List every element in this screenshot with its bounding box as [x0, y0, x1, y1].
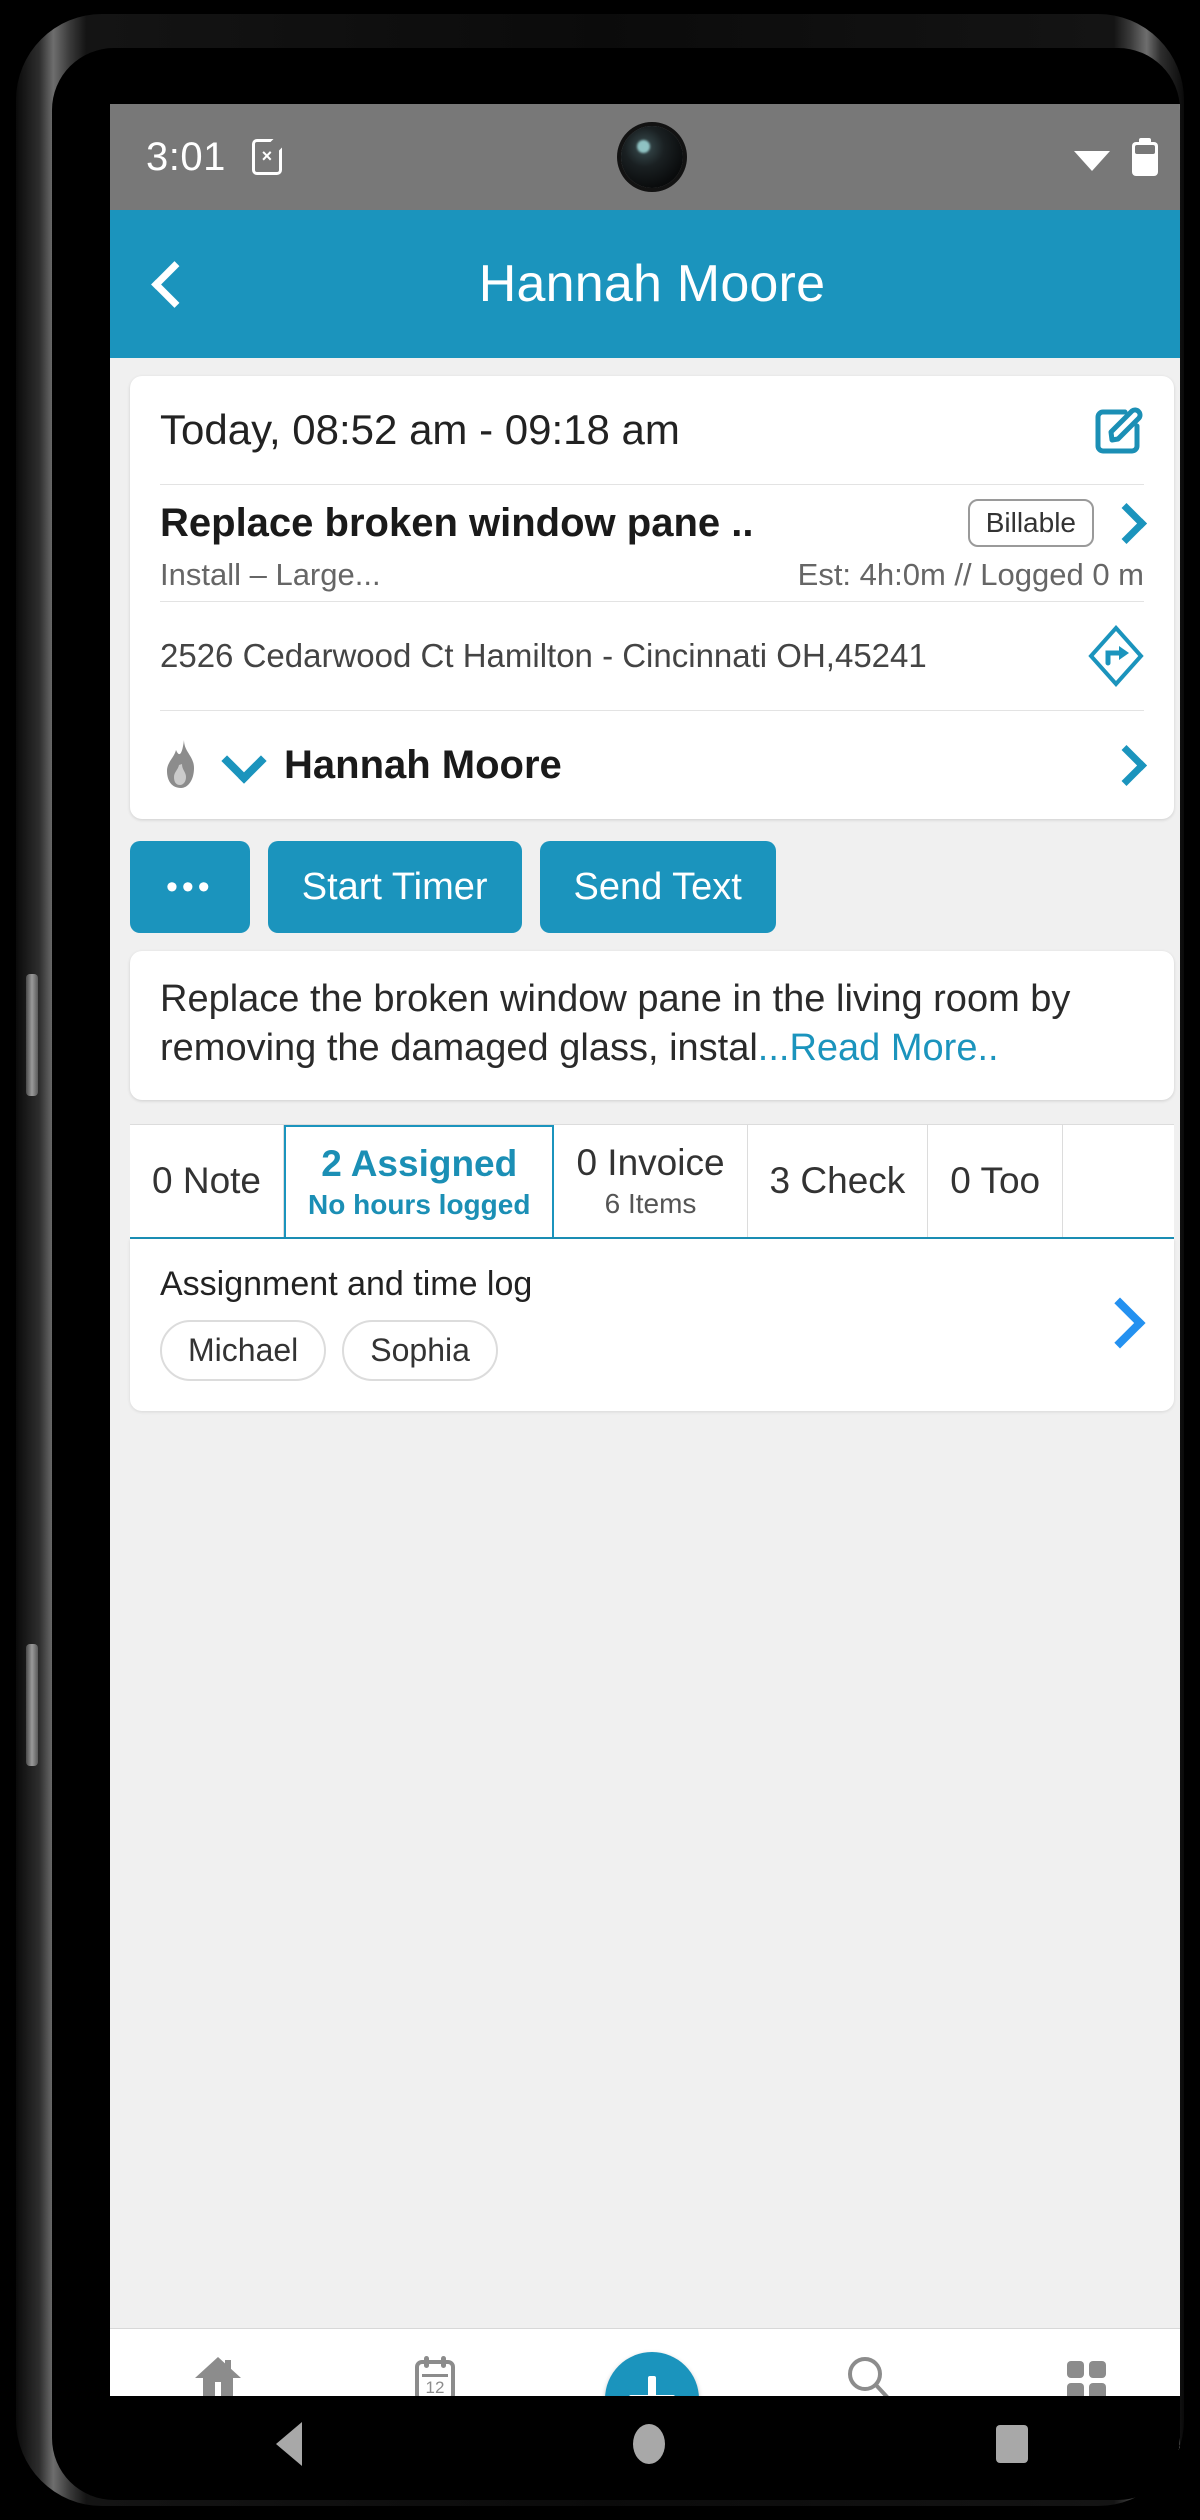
app-bar: Hannah Moore	[110, 210, 1180, 358]
assignee-chip[interactable]: Sophia	[342, 1319, 498, 1381]
tab-note[interactable]: 0 Note	[130, 1124, 285, 1237]
sim-card-error-icon: ×	[251, 134, 287, 175]
back-chevron-icon[interactable]	[144, 261, 190, 307]
action-button-row: ••• Start Timer Send Text	[130, 841, 1174, 933]
status-badge: Billable	[967, 499, 1094, 547]
phone-frame: 3:01 × Hannah Moore Today, 08:52 am - 09…	[16, 14, 1184, 2506]
wifi-full-icon	[1074, 151, 1110, 171]
status-clock: 3:01	[146, 134, 226, 179]
tab-check[interactable]: 3 Check	[747, 1124, 929, 1237]
tab-sublabel: 6 Items	[604, 1187, 697, 1219]
customer-row[interactable]: Hannah Moore	[130, 711, 1174, 819]
assignment-panel[interactable]: Assignment and time log Michael Sophia	[130, 1238, 1174, 1411]
navigation-directions-icon[interactable]	[1088, 625, 1144, 687]
detail-tab-bar: 0 Note 2 Assigned No hours logged 0 Invo…	[130, 1123, 1174, 1239]
page-title: Hannah Moore	[478, 255, 826, 313]
assignment-content: Assignment and time log Michael Sophia	[160, 1265, 1100, 1381]
tab-label: 0 Invoice	[576, 1141, 725, 1183]
tab-assigned[interactable]: 2 Assigned No hours logged	[284, 1124, 555, 1237]
flame-icon	[167, 740, 194, 788]
tab-label: 0 Too	[950, 1159, 1041, 1201]
android-navigation-bar	[110, 2396, 1180, 2492]
assignee-chip[interactable]: Michael	[160, 1319, 327, 1381]
start-timer-button[interactable]: Start Timer	[267, 841, 522, 933]
android-home-icon[interactable]	[632, 2424, 665, 2464]
job-estimate: Est: 4h:0m // Logged 0 m	[797, 557, 1144, 592]
status-indicators	[1072, 138, 1158, 176]
volume-up-button[interactable]	[26, 974, 38, 1096]
customer-name: Hannah Moore	[284, 742, 562, 787]
android-back-icon[interactable]	[275, 2422, 302, 2466]
tab-label: 0 Note	[152, 1159, 262, 1201]
front-camera-punchhole	[621, 126, 683, 188]
more-options-button[interactable]: •••	[130, 841, 250, 933]
edit-pencil-icon[interactable]	[1092, 404, 1144, 456]
chevron-down-icon[interactable]	[224, 745, 264, 785]
job-description-card: Replace the broken window pane in the li…	[130, 951, 1174, 1100]
status-bar: 3:01 ×	[110, 104, 1180, 210]
job-description-text: Replace the broken window pane in the li…	[160, 975, 1144, 1074]
job-detail-row[interactable]: Replace broken window pane .. Billable I…	[130, 485, 1174, 601]
calendar-day-label: 12	[426, 2378, 445, 2397]
read-more-ellipsis[interactable]: ...	[758, 1027, 790, 1069]
send-text-button[interactable]: Send Text	[539, 841, 776, 933]
tab-sublabel: No hours logged	[308, 1188, 531, 1220]
battery-icon	[1132, 138, 1158, 176]
chevron-right-icon[interactable]	[1110, 506, 1144, 540]
job-title: Replace broken window pane ..	[160, 500, 754, 545]
appointment-time-row: Today, 08:52 am - 09:18 am	[130, 376, 1174, 484]
volume-down-button[interactable]	[26, 1644, 38, 1766]
content-area: Today, 08:52 am - 09:18 am Replace broke…	[110, 376, 1180, 2450]
job-address: 2526 Cedarwood Ct Hamilton - Cincinnati …	[160, 637, 927, 674]
appointment-time: Today, 08:52 am - 09:18 am	[160, 406, 680, 453]
tab-tools[interactable]: 0 Too	[928, 1124, 1064, 1237]
phone-screen-bezel: 3:01 × Hannah Moore Today, 08:52 am - 09…	[52, 48, 1180, 2500]
address-row[interactable]: 2526 Cedarwood Ct Hamilton - Cincinnati …	[130, 602, 1174, 710]
tab-label: 2 Assigned	[321, 1142, 518, 1184]
read-more-link[interactable]: Read More	[789, 1027, 977, 1069]
tab-label: 3 Check	[769, 1159, 906, 1201]
assignment-title: Assignment and time log	[160, 1264, 533, 1303]
read-more-trailing: ..	[977, 1027, 999, 1070]
chevron-right-icon[interactable]	[1100, 1301, 1144, 1345]
screenshot-root: 3:01 × Hannah Moore Today, 08:52 am - 09…	[0, 0, 1200, 2520]
chevron-right-icon[interactable]	[1110, 748, 1144, 782]
app-screen: 3:01 × Hannah Moore Today, 08:52 am - 09…	[110, 104, 1180, 2450]
job-subtitle: Install – Large...	[160, 557, 381, 592]
job-summary-card: Today, 08:52 am - 09:18 am Replace broke…	[130, 376, 1174, 819]
tab-invoice[interactable]: 0 Invoice 6 Items	[554, 1124, 748, 1237]
assignee-chip-list: Michael Sophia	[160, 1319, 1100, 1381]
android-recents-icon[interactable]	[996, 2425, 1029, 2463]
